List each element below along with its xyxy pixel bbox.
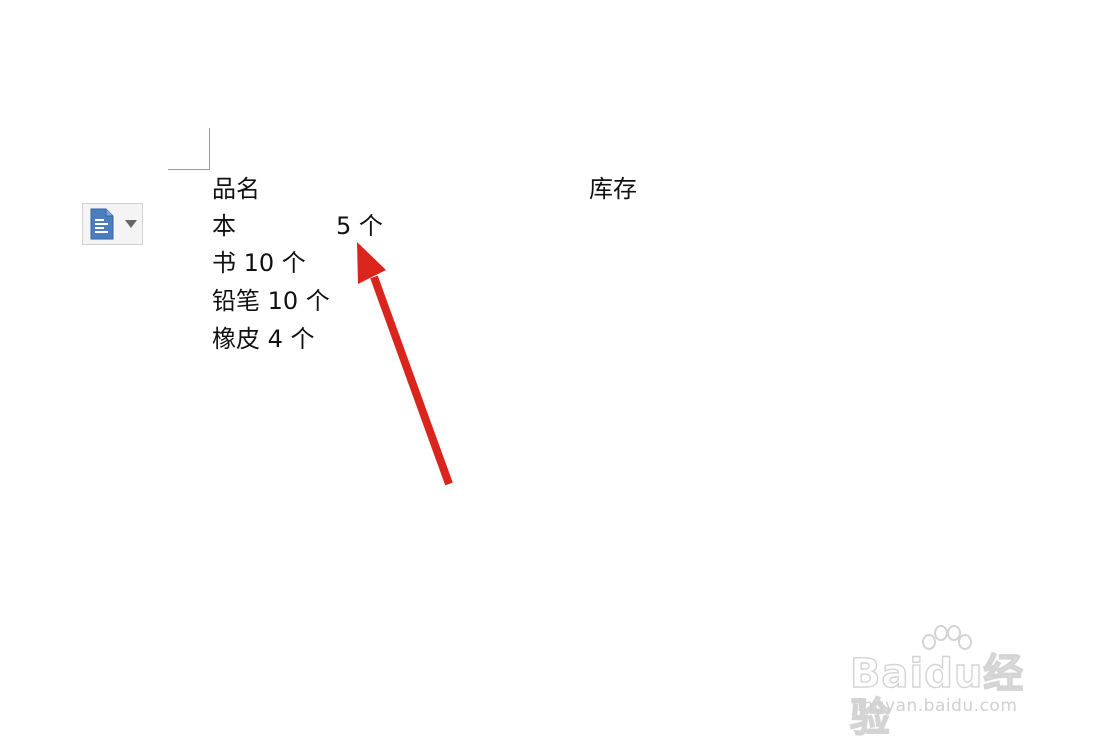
watermark-url: jingyan.baidu.com: [852, 696, 1018, 716]
baidu-watermark: Baidu经验 jingyan.baidu.com: [846, 624, 1056, 741]
document-page[interactable]: 品名 库存 本 5 个 书 10 个 铅笔 10 个 橡皮 4 个 Baidu经…: [0, 0, 1108, 744]
